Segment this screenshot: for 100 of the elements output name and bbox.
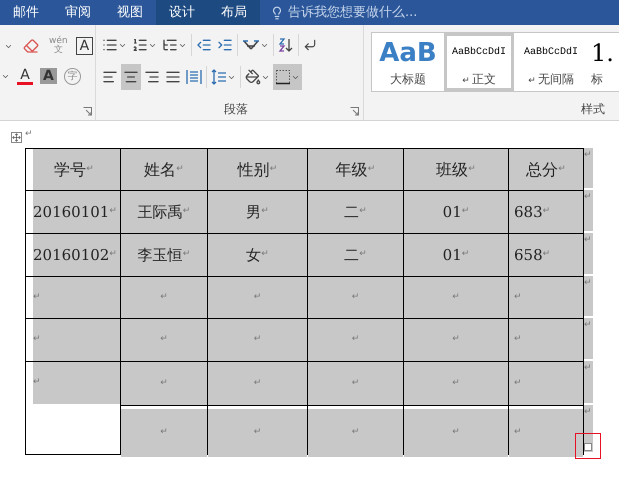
dialog-launcher-icon[interactable] [83,107,92,116]
paragraph-mark: ↵ [352,426,360,440]
paint-bucket-icon [245,69,261,85]
paragraph-mark: ↵ [254,426,262,440]
table-cell-text: 二 [344,244,360,266]
paragraph-mark: ↵ [452,290,460,304]
paragraph-mark: ↵ [468,162,476,176]
style-name: 标 [591,71,603,88]
row-end-mark: ↵ [584,277,592,290]
paragraph-mark: ↵ [452,426,460,440]
style-preview: AaBbCcDdI [524,46,578,60]
paragraph-mark: ↵ [182,205,190,218]
group-label: 段落 [224,101,248,118]
table-cell-text: 女 [246,244,262,266]
style-gallery-item[interactable]: AaBbCcDdI ↵ 无间隔 [516,33,586,91]
style-gallery-item[interactable]: 1. 标 [588,33,619,91]
row-end-mark: ↵ [584,362,592,375]
sort-icon [278,37,294,53]
table-cell-text: 二 [344,202,360,223]
paragraph-mark-icon [303,38,317,52]
lightbulb-icon [270,6,284,20]
paragraph-mark: ↵ [462,205,470,218]
align-center-icon [123,69,139,85]
paragraph-mark: ↵ [542,248,550,262]
tell-me-field[interactable]: 告诉我您想要做什么... [270,2,488,22]
paragraph-mark: ↵ [352,333,360,346]
increase-indent-icon [217,37,233,53]
paragraph-mark: ↵ [86,162,94,176]
column-header: 年级 [336,158,368,180]
table-cell-text: 01 [442,202,462,223]
table-cell-text: 20160102 [33,244,110,266]
ribbon-tab[interactable]: 邮件 [0,0,52,25]
character-border-button[interactable]: A [76,37,94,55]
row-end-mark: ↵ [584,191,592,204]
paragraph-mark: ↵ [254,333,262,346]
paragraph-mark: ↵ [160,426,168,440]
paragraph-tool-button[interactable] [121,64,141,90]
paragraph-mark: ↵ [462,248,470,262]
ribbon-tab[interactable]: 视图 [104,0,156,25]
table-cell-text: 01 [442,244,462,266]
dialog-launcher-icon[interactable] [350,107,359,116]
row-end-mark: ↵ [584,234,592,247]
asian-layout-icon [242,38,260,52]
paragraph-mark: ↵ [558,162,566,176]
ribbon-tab[interactable]: 布局 [208,0,260,25]
paragraph-mark: ↵ [25,128,33,141]
style-preview: AaBbCcDdI [452,46,506,60]
paragraph-mark: ↵ [542,205,550,218]
multilevel-list-icon [162,37,178,53]
paragraph-mark: ↵ [176,162,184,176]
paragraph-mark: ↵ [352,290,360,304]
font-color-button[interactable]: A [17,68,33,84]
paragraph-mark: ↵ [352,376,360,390]
style-gallery-item[interactable]: AaB 大标题 [374,33,442,91]
table-cell-text: 658 [514,244,543,266]
style-gallery-item[interactable]: AaBbCcDdI ↵ 正文 [444,33,514,91]
group-label: 样式 [581,101,605,118]
paragraph-mark: ↵ [182,248,190,262]
row-end-mark: ↵ [584,319,592,332]
table-move-handle-icon[interactable] [11,132,22,143]
table-resize-handle[interactable] [584,443,592,451]
column-header: 姓名 [144,158,176,180]
column-header: 总分 [526,158,558,180]
table-cell-text: 王际禹 [138,202,183,223]
paragraph-mark: ↵ [160,290,168,304]
decrease-indent-icon [196,37,212,53]
paragraph-mark: ↵ [160,333,168,346]
distribute-icon [186,69,202,85]
paragraph-mark: ↵ [368,162,376,176]
column-header: 性别 [238,158,270,180]
paragraph-mark: ↵ [514,290,522,304]
paragraph-mark: ↵ [33,376,41,390]
row-end-mark: ↵ [584,149,592,162]
table-cell-text: 20160101 [33,202,110,223]
paragraph-mark: ↵ [109,205,117,218]
paragraph-mark: ↵ [514,333,522,346]
paragraph-mark: ↵ [514,426,522,440]
justify-icon [165,69,181,85]
numbered-list-icon [132,37,148,53]
ribbon-tab[interactable]: 设计 [156,0,208,25]
paragraph-mark: ↵ [160,376,168,390]
style-name: ↵ 正文 [462,70,496,88]
paragraph-mark: ↵ [33,333,41,346]
paragraph-mark: ↵ [254,376,262,390]
style-name: 大标题 [390,71,426,88]
column-header: 学号 [54,158,86,180]
table-cell-text: 男 [246,202,262,223]
paragraph-mark: ↵ [359,205,367,218]
paragraph-mark: ↵ [109,248,117,262]
ribbon-tab[interactable]: 审阅 [52,0,104,25]
bullet-list-icon [102,37,118,53]
paragraph-mark: ↵ [270,162,278,176]
character-shading-button[interactable]: A [40,68,57,84]
table-cell-text: 683 [514,202,543,223]
align-right-icon [144,69,160,85]
paragraph-mark: ↵ [254,290,262,304]
column-header: 班级 [436,158,468,180]
line-spacing-icon [211,69,227,85]
paragraph-mark: ↵ [261,248,269,262]
paragraph-tool-button[interactable] [273,64,302,90]
